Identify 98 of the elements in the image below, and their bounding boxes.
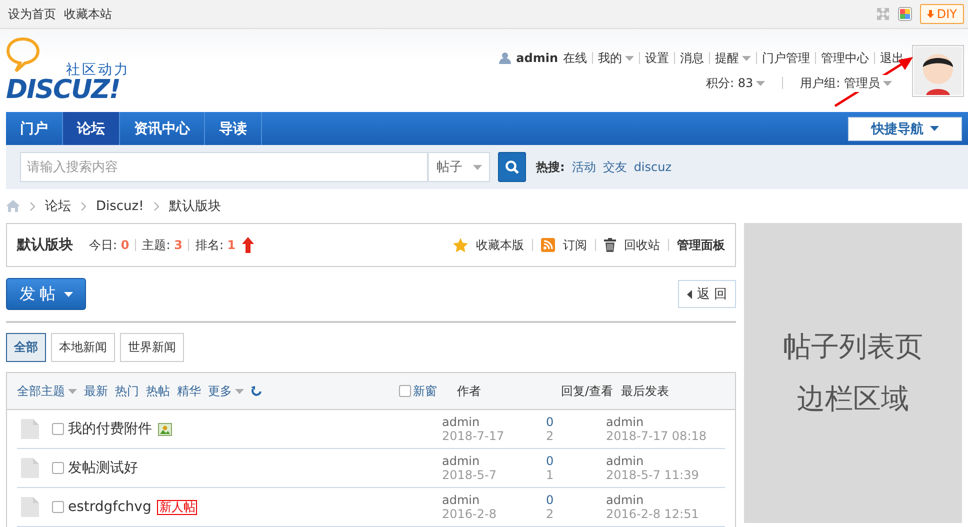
view-count: 1 bbox=[546, 468, 554, 482]
back-button[interactable]: 返 回 bbox=[678, 280, 736, 308]
new-post-button[interactable]: 发帖 bbox=[6, 278, 86, 310]
new-window-checkbox[interactable] bbox=[399, 385, 411, 397]
author-link[interactable]: admin bbox=[442, 415, 480, 429]
caret-icon bbox=[64, 292, 72, 296]
column-header: 回复/查看 bbox=[561, 382, 614, 400]
chevron-icon bbox=[30, 202, 35, 210]
category-tab[interactable]: 本地新闻 bbox=[51, 333, 115, 362]
caret-icon bbox=[472, 164, 482, 170]
sidebar-text: 帖子列表页 bbox=[783, 329, 923, 365]
credits-link[interactable]: 积分: 83 bbox=[706, 74, 766, 92]
column-header: 最后发表 bbox=[621, 382, 670, 400]
new-window-label: 新窗 bbox=[413, 382, 437, 400]
user-menu-link[interactable]: 我的 bbox=[598, 50, 634, 66]
caret-icon bbox=[930, 126, 938, 131]
hot-search-link[interactable]: 交友 bbox=[602, 158, 627, 176]
breadcrumb-link[interactable]: Discuz! bbox=[96, 198, 144, 214]
up-arrow-icon bbox=[242, 237, 254, 253]
search-icon bbox=[505, 160, 519, 174]
document-icon bbox=[21, 419, 39, 439]
image-icon bbox=[158, 422, 172, 436]
forum-action-link[interactable]: 管理面板 bbox=[677, 236, 725, 254]
rss-icon bbox=[541, 238, 555, 252]
chevron-icon bbox=[81, 202, 86, 210]
post-date: 2018-5-7 bbox=[442, 468, 496, 482]
post-date: 2018-7-17 bbox=[442, 429, 504, 443]
reply-count: 0 bbox=[546, 415, 554, 429]
star-icon bbox=[453, 238, 468, 252]
forum-stat: 今日: 0 bbox=[89, 236, 130, 254]
user-menu-link[interactable]: 门户管理 bbox=[762, 50, 810, 66]
select-checkbox[interactable] bbox=[52, 423, 64, 435]
breadcrumb-link[interactable]: 默认版块 bbox=[168, 197, 221, 215]
select-checkbox[interactable] bbox=[52, 462, 64, 474]
thread-title-link[interactable]: 发帖测试好 bbox=[68, 459, 138, 477]
search-type-dropdown[interactable]: 帖子 bbox=[428, 152, 490, 182]
thread-filter-link[interactable]: 更多 bbox=[208, 382, 244, 400]
thread-title-link[interactable]: 我的付费附件 bbox=[68, 420, 152, 438]
author-link[interactable]: admin bbox=[442, 493, 480, 507]
top-link[interactable]: 收藏本站 bbox=[64, 6, 112, 22]
user-menu-link[interactable]: 提醒 bbox=[715, 50, 751, 66]
view-count: 2 bbox=[546, 507, 554, 521]
user-menu-link[interactable]: 设置 bbox=[645, 50, 669, 66]
thread-filter-link[interactable]: 最新 bbox=[84, 382, 108, 400]
avatar bbox=[914, 46, 962, 94]
caret-icon bbox=[756, 80, 766, 86]
user-menu-link[interactable]: 管理中心 bbox=[821, 50, 869, 66]
select-checkbox[interactable] bbox=[52, 501, 64, 513]
category-tab[interactable]: 世界新闻 bbox=[120, 333, 184, 362]
forum-action-link[interactable]: 收藏本版 bbox=[476, 236, 524, 254]
thread-filter-link[interactable]: 全部主题 bbox=[17, 382, 77, 400]
thread-filter-link[interactable]: 热门 bbox=[115, 382, 139, 400]
caret-icon bbox=[883, 80, 892, 86]
trash-icon bbox=[604, 238, 616, 252]
down-arrow-icon bbox=[926, 10, 934, 18]
palette-icon bbox=[898, 7, 912, 21]
chevron-icon bbox=[154, 202, 159, 210]
thread-title-link[interactable]: estrdgfchvg bbox=[68, 499, 152, 515]
forum-action-link[interactable]: 回收站 bbox=[624, 236, 660, 254]
document-icon bbox=[21, 497, 39, 517]
hot-search-label: 热搜: bbox=[536, 158, 565, 176]
view-count: 2 bbox=[546, 429, 554, 443]
user-icon bbox=[499, 52, 512, 64]
left-triangle-icon bbox=[686, 290, 692, 298]
top-link[interactable]: 设为首页 bbox=[8, 6, 56, 22]
document-icon bbox=[21, 458, 39, 478]
last-poster-link[interactable]: admin bbox=[606, 454, 644, 468]
post-date: 2016-2-8 bbox=[442, 507, 496, 521]
forum-name: 默认版块 bbox=[17, 236, 73, 254]
expand-icon bbox=[876, 7, 890, 21]
reply-count: 0 bbox=[546, 493, 554, 507]
search-button[interactable] bbox=[498, 152, 526, 182]
last-poster-link[interactable]: admin bbox=[606, 493, 644, 507]
author-link[interactable]: admin bbox=[442, 454, 480, 468]
breadcrumb-link[interactable]: 论坛 bbox=[45, 197, 71, 215]
search-field[interactable]: 请输入搜索内容 bbox=[20, 152, 428, 182]
nav-tab[interactable]: 论坛 bbox=[63, 112, 120, 145]
forum-action-link[interactable]: 订阅 bbox=[563, 236, 587, 254]
thread-filter-link[interactable]: 精华 bbox=[177, 382, 201, 400]
column-header: 作者 bbox=[456, 382, 482, 400]
speech-bubble-icon bbox=[6, 36, 40, 72]
username-link[interactable]: admin bbox=[516, 51, 558, 65]
newbie-badge: 新人帖 bbox=[157, 500, 198, 514]
forum-stat: 排名: 1 bbox=[195, 236, 236, 254]
refresh-icon bbox=[251, 386, 262, 396]
quick-nav-button[interactable]: 快捷导航 bbox=[848, 116, 962, 140]
forum-stat: 主题: 3 bbox=[142, 236, 182, 254]
home-icon bbox=[6, 200, 20, 212]
last-poster-link[interactable]: admin bbox=[606, 415, 644, 429]
sidebar-text: 边栏区域 bbox=[797, 381, 909, 417]
usergroup-link[interactable]: 用户组: 管理员 bbox=[800, 74, 892, 92]
hot-search-link[interactable]: discuz bbox=[634, 160, 672, 174]
online-status: 在线 bbox=[563, 50, 587, 66]
thread-filter-link[interactable]: 热帖 bbox=[146, 382, 170, 400]
reply-count: 0 bbox=[546, 454, 554, 468]
category-tab[interactable]: 全部 bbox=[6, 333, 46, 362]
hot-search-link[interactable]: 活动 bbox=[572, 158, 596, 176]
user-menu-link[interactable]: 消息 bbox=[680, 50, 704, 66]
